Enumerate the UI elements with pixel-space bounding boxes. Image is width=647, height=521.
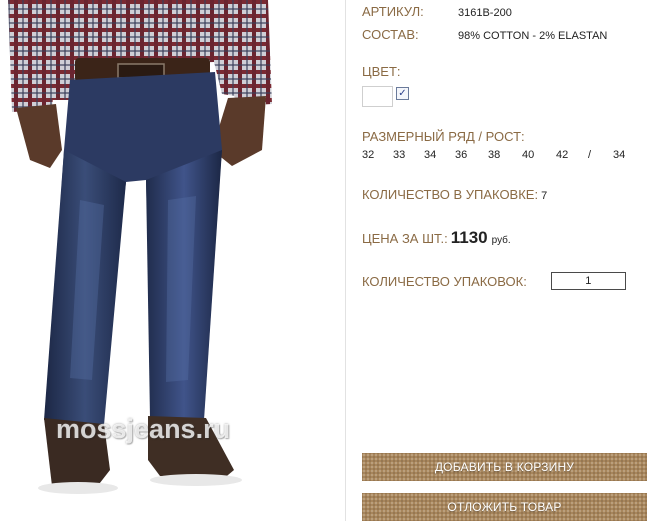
color-label: ЦВЕТ:	[362, 64, 401, 79]
size-list: 32 33 34 36 38 40 42 / 34	[362, 149, 625, 161]
size-item: 36	[455, 149, 468, 161]
product-info: АРТИКУЛ: 3161B-200 СОСТАВ: 98% COTTON - …	[346, 0, 647, 521]
size-item: 32	[362, 149, 375, 161]
price-currency: руб.	[491, 235, 511, 246]
size-item: 33	[393, 149, 406, 161]
color-swatch[interactable]	[362, 86, 393, 107]
size-item: 34	[424, 149, 437, 161]
packs-row: КОЛИЧЕСТВО УПАКОВОК:	[362, 272, 626, 290]
size-item: 42	[556, 149, 569, 161]
price-label: ЦЕНА ЗА ШТ.:	[362, 231, 448, 246]
color-checkbox[interactable]: ✓	[396, 87, 409, 100]
packs-quantity-input[interactable]	[550, 272, 626, 290]
composition-row: СОСТАВ: 98% COTTON - 2% ELASTAN	[362, 27, 607, 42]
packs-label: КОЛИЧЕСТВО УПАКОВОК:	[362, 273, 527, 289]
pack-quantity-value: 7	[541, 190, 548, 202]
size-item: 38	[488, 149, 501, 161]
article-row: АРТИКУЛ: 3161B-200	[362, 4, 512, 19]
pack-quantity-row: КОЛИЧЕСТВО В УПАКОВКЕ: 7	[362, 186, 547, 204]
composition-label: СОСТАВ:	[362, 27, 419, 42]
article-label: АРТИКУЛ:	[362, 4, 424, 19]
composition-value: 98% COTTON - 2% ELASTAN	[458, 30, 608, 42]
size-range-label: РАЗМЕРНЫЙ РЯД / РОСТ:	[362, 129, 525, 144]
article-value: 3161B-200	[458, 7, 512, 19]
height-value: 34	[613, 149, 626, 161]
watermark-text: mossjeans.ru	[56, 414, 231, 444]
pack-quantity-label: КОЛИЧЕСТВО В УПАКОВКЕ:	[362, 187, 539, 202]
product-photo: mossjeans.ru	[0, 0, 346, 521]
price-row: ЦЕНА ЗА ШТ.: 1130 руб.	[362, 228, 511, 248]
defer-item-button[interactable]: ОТЛОЖИТЬ ТОВАР	[362, 493, 647, 521]
color-swatches: ✓	[362, 86, 409, 107]
price-value: 1130	[450, 228, 488, 247]
add-to-cart-button[interactable]: ДОБАВИТЬ В КОРЗИНУ	[362, 453, 647, 481]
size-item: 40	[522, 149, 535, 161]
size-separator: /	[588, 149, 592, 161]
